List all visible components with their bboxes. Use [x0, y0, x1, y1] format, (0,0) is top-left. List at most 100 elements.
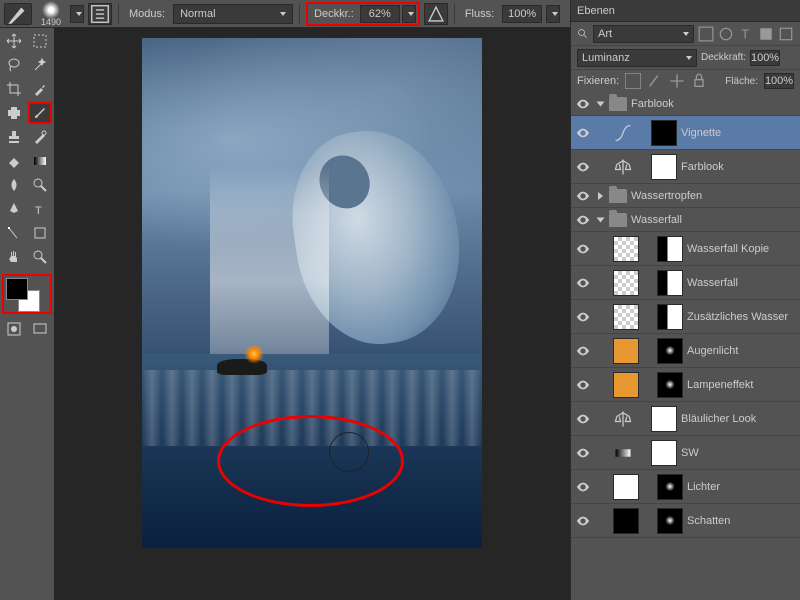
brush-tool[interactable]	[28, 102, 52, 124]
lock-pixels-icon[interactable]	[647, 73, 663, 89]
hand-tool[interactable]	[2, 246, 26, 268]
gradient-tool[interactable]	[28, 150, 52, 172]
layer-row[interactable]: SW	[571, 436, 800, 470]
layer-name[interactable]: Wasserfall	[631, 214, 796, 226]
move-tool[interactable]	[2, 30, 26, 52]
layer-mask[interactable]	[651, 440, 677, 466]
screen-mode-button[interactable]	[28, 318, 52, 340]
layer-row[interactable]: Wasserfall	[571, 266, 800, 300]
shape-tool[interactable]	[28, 222, 52, 244]
crop-tool[interactable]	[2, 78, 26, 100]
layer-mask[interactable]	[657, 304, 683, 330]
layer-thumbnail[interactable]	[613, 372, 639, 398]
layer-name[interactable]: Zusätzliches Wasser	[687, 311, 796, 323]
layer-thumbnail[interactable]	[613, 304, 639, 330]
layer-thumbnail[interactable]	[613, 508, 639, 534]
disclosure-arrow[interactable]	[595, 99, 605, 109]
layer-mask[interactable]	[651, 120, 677, 146]
blur-tool[interactable]	[2, 174, 26, 196]
layer-filter-dropdown[interactable]: Art	[593, 25, 694, 43]
filter-shape-icon[interactable]	[758, 26, 774, 42]
flow-input[interactable]: 100%	[502, 5, 542, 23]
visibility-toggle[interactable]	[575, 445, 591, 461]
path-tool[interactable]	[2, 222, 26, 244]
layer-mask[interactable]	[651, 406, 677, 432]
layer-thumbnail[interactable]	[613, 270, 639, 296]
layer-row[interactable]: Farblook	[571, 92, 800, 116]
lasso-tool[interactable]	[2, 54, 26, 76]
lock-transparent-icon[interactable]	[625, 73, 641, 89]
disclosure-arrow[interactable]	[595, 191, 605, 201]
eraser-tool[interactable]	[2, 150, 26, 172]
layer-name[interactable]: Schatten	[687, 515, 796, 527]
layer-thumbnail[interactable]	[613, 236, 639, 262]
lock-position-icon[interactable]	[669, 73, 685, 89]
visibility-toggle[interactable]	[575, 212, 591, 228]
layer-name[interactable]: Augenlicht	[687, 345, 796, 357]
foreground-color[interactable]	[6, 278, 28, 300]
pen-tool[interactable]	[2, 198, 26, 220]
tool-preset-button[interactable]	[4, 3, 32, 25]
visibility-toggle[interactable]	[575, 241, 591, 257]
layer-name[interactable]: Lichter	[687, 481, 796, 493]
flow-slider-arrow[interactable]	[546, 5, 560, 23]
quick-mask-button[interactable]	[2, 318, 26, 340]
pressure-opacity-button[interactable]	[424, 3, 448, 25]
dodge-tool[interactable]	[28, 174, 52, 196]
fill-input[interactable]: 100%	[764, 73, 794, 89]
visibility-toggle[interactable]	[575, 377, 591, 393]
layer-name[interactable]: SW	[681, 447, 796, 459]
layer-row[interactable]: Vignette	[571, 116, 800, 150]
layer-blend-dropdown[interactable]: Luminanz	[577, 49, 697, 67]
visibility-toggle[interactable]	[575, 96, 591, 112]
filter-type-icon[interactable]: T	[738, 26, 754, 42]
visibility-toggle[interactable]	[575, 479, 591, 495]
visibility-toggle[interactable]	[575, 309, 591, 325]
opacity-slider-arrow[interactable]	[402, 5, 416, 23]
layer-row[interactable]: Bläulicher Look	[571, 402, 800, 436]
layer-mask[interactable]	[657, 270, 683, 296]
filter-pixel-icon[interactable]	[698, 26, 714, 42]
layer-row[interactable]: Wasserfall Kopie	[571, 232, 800, 266]
history-brush-tool[interactable]	[28, 126, 52, 148]
filter-adjust-icon[interactable]	[718, 26, 734, 42]
layer-row[interactable]: Augenlicht	[571, 334, 800, 368]
layer-row[interactable]: Lampeneffekt	[571, 368, 800, 402]
layer-name[interactable]: Lampeneffekt	[687, 379, 796, 391]
layer-row[interactable]: Wasserfall	[571, 208, 800, 232]
disclosure-arrow[interactable]	[595, 215, 605, 225]
visibility-toggle[interactable]	[575, 411, 591, 427]
layer-row[interactable]: Farblook	[571, 150, 800, 184]
brush-preset-picker[interactable]: 1490	[36, 0, 66, 29]
color-swatches[interactable]	[2, 274, 52, 314]
visibility-toggle[interactable]	[575, 275, 591, 291]
marquee-tool[interactable]	[28, 30, 52, 52]
layer-mask[interactable]	[657, 338, 683, 364]
stamp-tool[interactable]	[2, 126, 26, 148]
brush-dropdown-arrow[interactable]	[70, 5, 84, 23]
layer-row[interactable]: Schatten	[571, 504, 800, 538]
layer-mask[interactable]	[657, 372, 683, 398]
layer-name[interactable]: Farblook	[631, 98, 796, 110]
blend-mode-dropdown[interactable]: Normal	[173, 4, 293, 24]
visibility-toggle[interactable]	[575, 125, 591, 141]
visibility-toggle[interactable]	[575, 188, 591, 204]
visibility-toggle[interactable]	[575, 343, 591, 359]
eyedropper-tool[interactable]	[28, 78, 52, 100]
layer-row[interactable]: Zusätzliches Wasser	[571, 300, 800, 334]
layer-row[interactable]: Lichter	[571, 470, 800, 504]
layer-mask[interactable]	[651, 154, 677, 180]
layer-name[interactable]: Wasserfall Kopie	[687, 243, 796, 255]
visibility-toggle[interactable]	[575, 159, 591, 175]
zoom-tool[interactable]	[28, 246, 52, 268]
layer-mask[interactable]	[657, 236, 683, 262]
type-tool[interactable]: T	[28, 198, 52, 220]
brush-panel-button[interactable]	[88, 3, 112, 25]
visibility-toggle[interactable]	[575, 513, 591, 529]
layer-opacity-input[interactable]: 100%	[750, 50, 780, 66]
filter-smart-icon[interactable]	[778, 26, 794, 42]
layer-thumbnail[interactable]	[613, 474, 639, 500]
lock-all-icon[interactable]	[691, 73, 707, 89]
layer-name[interactable]: Wassertropfen	[631, 190, 796, 202]
document-canvas[interactable]	[142, 38, 482, 548]
